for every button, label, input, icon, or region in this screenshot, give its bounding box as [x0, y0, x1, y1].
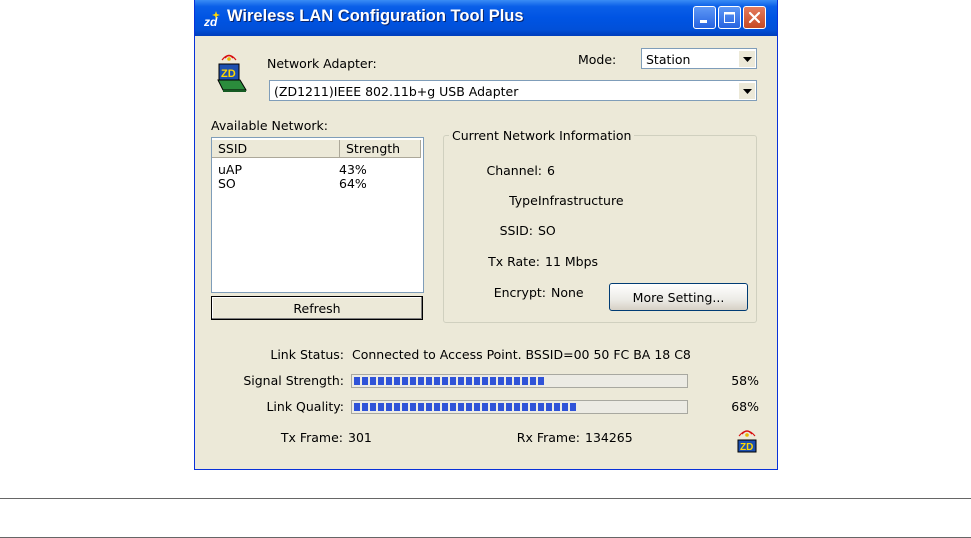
tx-rate-label: Tx Rate: [488, 254, 540, 269]
minimize-button[interactable] [693, 6, 716, 29]
tx-frame-label: Tx Frame: [280, 430, 343, 445]
type-value: Infrastructure [538, 193, 624, 208]
tx-frame-value: 301 [348, 430, 372, 445]
list-item[interactable]: SO 64% [212, 176, 423, 191]
adapter-dropdown-button[interactable] [738, 82, 755, 99]
minimize-icon [700, 20, 707, 23]
more-setting-button[interactable]: More Setting... [609, 283, 748, 311]
signal-strength-percent: 58% [731, 373, 759, 388]
chevron-down-icon [743, 57, 752, 62]
mode-value: Station [646, 52, 691, 67]
encrypt-value: None [551, 285, 584, 300]
link-quality-fill [354, 403, 578, 411]
window-title: Wireless LAN Configuration Tool Plus [227, 7, 524, 25]
channel-label: Channel: [486, 163, 542, 178]
strength-cell: 64% [339, 176, 367, 191]
current-network-title: Current Network Information [449, 128, 635, 143]
link-quality-percent: 68% [731, 399, 759, 414]
rx-frame-label: Rx Frame: [516, 430, 580, 445]
mode-select[interactable]: Station [641, 48, 757, 69]
type-label: Type: [509, 193, 542, 208]
mode-dropdown-button[interactable] [738, 50, 755, 67]
network-adapter-label: Network Adapter: [267, 56, 377, 71]
refresh-button[interactable]: Refresh [211, 296, 423, 320]
encrypt-label: Encrypt: [493, 285, 546, 300]
svg-text:ZD: ZD [740, 442, 753, 453]
link-status-value: Connected to Access Point. BSSID=00 50 F… [352, 347, 691, 362]
close-button[interactable] [743, 6, 766, 29]
maximize-button[interactable] [718, 6, 741, 29]
svg-text:ZD: ZD [221, 68, 236, 80]
zd-signal-icon: ZD [737, 430, 757, 453]
network-adapter-select[interactable]: (ZD1211)IEEE 802.11b+g USB Adapter [269, 80, 757, 101]
mode-label: Mode: [578, 52, 617, 67]
title-bar[interactable]: zd Wireless LAN Configuration Tool Plus [195, 0, 777, 36]
available-network-label: Available Network: [211, 118, 328, 133]
wireless-adapter-icon: ZD [217, 54, 247, 92]
channel-value: 6 [547, 163, 555, 178]
rx-frame-value: 134265 [585, 430, 633, 445]
ssid-value: SO [538, 223, 556, 238]
tx-rate-value: 11 Mbps [545, 254, 599, 269]
close-icon [748, 11, 761, 24]
ssid-cell: uAP [218, 162, 243, 177]
signal-strength-bar [351, 374, 688, 388]
column-header-ssid[interactable]: SSID [212, 140, 340, 158]
app-window: zd Wireless LAN Configuration Tool Plus … [194, 0, 778, 470]
column-header-strength[interactable]: Strength [340, 140, 421, 158]
maximize-icon [724, 12, 735, 23]
network-adapter-value: (ZD1211)IEEE 802.11b+g USB Adapter [274, 84, 519, 99]
signal-strength-fill [354, 377, 546, 385]
strength-cell: 43% [339, 162, 367, 177]
link-quality-label: Link Quality: [266, 399, 344, 414]
available-network-list[interactable]: SSID Strength uAP 43% SO 64% [211, 137, 424, 293]
column-header-label: SSID [218, 141, 248, 156]
chevron-down-icon [743, 89, 752, 94]
zd-wireless-logo-icon: zd [203, 11, 220, 29]
list-item[interactable]: uAP 43% [212, 162, 423, 177]
signal-strength-label: Signal Strength: [243, 373, 344, 388]
ssid-label: SSID: [499, 223, 533, 238]
column-header-label: Strength [346, 141, 401, 156]
divider-line [0, 498, 971, 499]
link-status-label: Link Status: [270, 347, 344, 362]
ssid-cell: SO [218, 176, 236, 191]
link-quality-bar [351, 400, 688, 414]
